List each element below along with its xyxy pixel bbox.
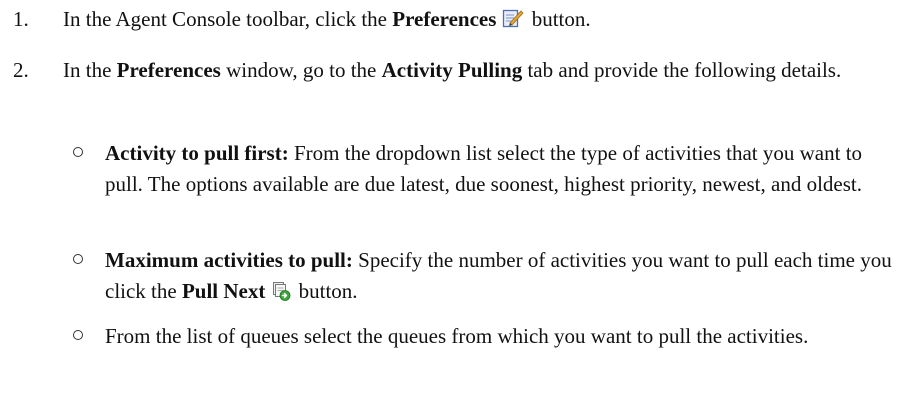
sub-item-text: Activity to pull first: From the dropdow…: [105, 141, 863, 196]
sub-item-queues: From the list of queues select the queue…: [0, 321, 900, 352]
preferences-icon: [502, 7, 524, 38]
bullet-icon: [73, 254, 83, 264]
sub-item-text: Maximum activities to pull: Specify the …: [105, 245, 900, 310]
sub-item-activity-to-pull-first: Activity to pull first: From the dropdow…: [0, 138, 900, 200]
bullet-icon: [73, 330, 83, 340]
step-text: In the Preferences window, go to the Act…: [63, 58, 842, 82]
document: 1. In the Agent Console toolbar, click t…: [0, 0, 920, 398]
pull-next-icon: [271, 279, 291, 310]
ui-label-pull-next: Pull Next: [181, 279, 266, 303]
step-number: 1.: [13, 7, 29, 31]
ui-label-activity-pulling: Activity Pulling: [381, 58, 523, 82]
ui-label-preferences: Preferences: [392, 7, 497, 31]
bullet-icon: [73, 147, 83, 157]
step-text: In the Agent Console toolbar, click the …: [63, 4, 900, 38]
ui-label-preferences: Preferences: [116, 58, 221, 82]
step-2: 2. In the Preferences window, go to the …: [0, 55, 900, 86]
sub-item-text: From the list of queues select the queue…: [105, 324, 809, 348]
step-number: 2.: [13, 58, 29, 82]
sub-item-maximum-activities: Maximum activities to pull: Specify the …: [0, 245, 900, 310]
step-1: 1. In the Agent Console toolbar, click t…: [0, 4, 900, 38]
